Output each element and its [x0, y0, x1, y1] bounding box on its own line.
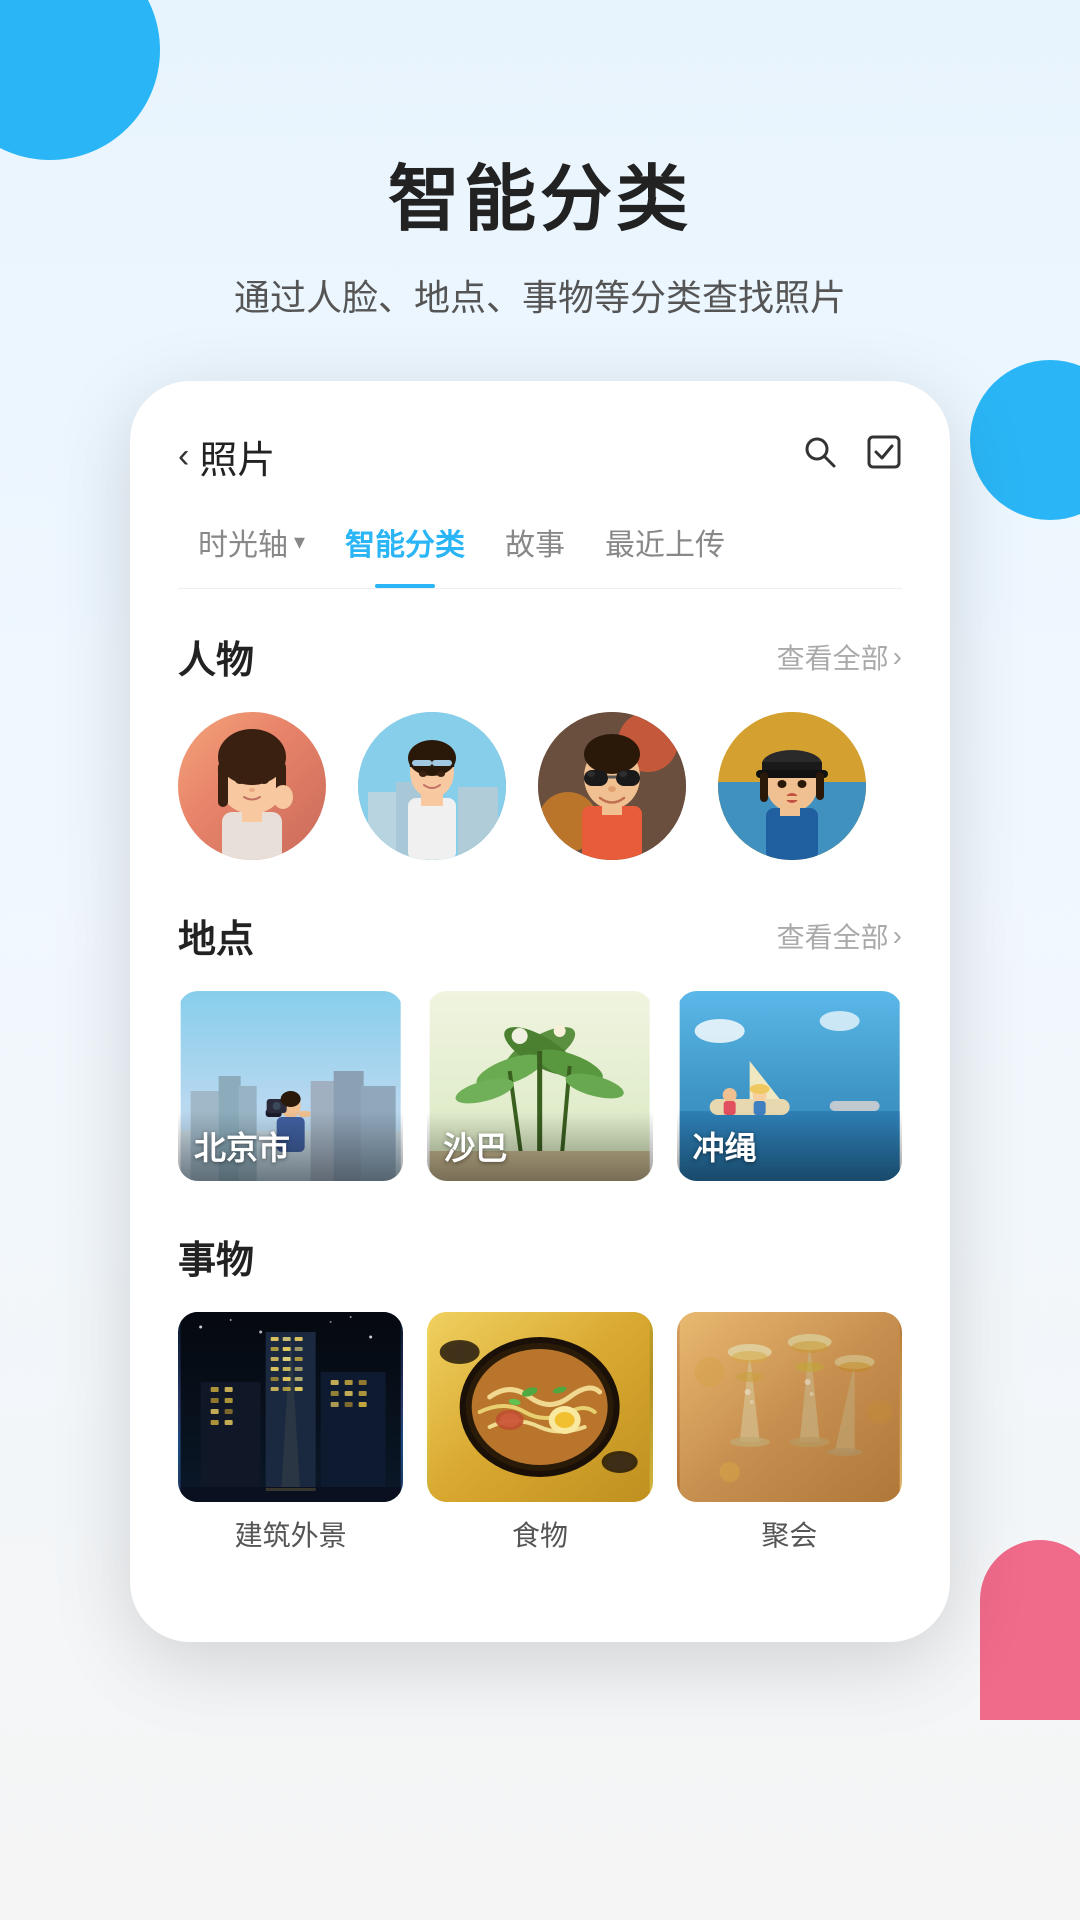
- places-section-title: 地点: [178, 908, 254, 963]
- header-section: 智能分类 通过人脸、地点、事物等分类查找照片: [0, 0, 1080, 381]
- tab-timeline-arrow: ▾: [294, 529, 305, 555]
- people-section-header: 人物 查看全部 ›: [178, 629, 902, 684]
- places-chevron-icon: ›: [893, 920, 902, 952]
- top-bar: ‹ 照片: [178, 429, 902, 484]
- shaba-label: 沙巴: [427, 1111, 652, 1181]
- things-section-title: 事物: [178, 1229, 254, 1284]
- location-beijing[interactable]: 北京市: [178, 991, 403, 1181]
- main-title: 智能分类: [0, 140, 1080, 245]
- okinawa-label: 冲绳: [677, 1111, 902, 1181]
- page-title: 照片: [199, 429, 275, 484]
- places-see-all[interactable]: 查看全部 ›: [777, 916, 902, 956]
- people-row: [178, 712, 902, 860]
- thing-food-card: [427, 1312, 652, 1502]
- tab-smart-label: 智能分类: [345, 529, 465, 562]
- things-grid: 建筑外景: [178, 1312, 902, 1554]
- app-content: ‹ 照片 时光轴: [130, 381, 950, 1642]
- back-arrow-icon[interactable]: ‹: [178, 437, 189, 476]
- people-see-all[interactable]: 查看全部 ›: [777, 637, 902, 677]
- tab-smart-classify[interactable]: 智能分类: [325, 520, 485, 588]
- sub-title: 通过人脸、地点、事物等分类查找照片: [0, 269, 1080, 321]
- location-okinawa[interactable]: 冲绳: [677, 991, 902, 1181]
- deco-circle-right: [970, 360, 1080, 520]
- thing-architecture-wrapper[interactable]: 建筑外景: [178, 1312, 403, 1554]
- back-nav[interactable]: ‹ 照片: [178, 429, 275, 484]
- tab-recent-label: 最近上传: [605, 529, 725, 562]
- tab-bar: 时光轴 ▾ 智能分类 故事 最近上传: [178, 520, 902, 589]
- thing-architecture-label: 建筑外景: [178, 1514, 403, 1554]
- places-section: 地点 查看全部 ›: [178, 908, 902, 1181]
- person-avatar-4[interactable]: [718, 712, 866, 860]
- tab-recent[interactable]: 最近上传: [585, 520, 745, 588]
- thing-party-wrapper[interactable]: 聚会: [677, 1312, 902, 1554]
- tab-story[interactable]: 故事: [485, 520, 585, 588]
- things-section-header: 事物: [178, 1229, 902, 1284]
- people-section-title: 人物: [178, 629, 254, 684]
- top-icons: [802, 434, 902, 479]
- location-shaba[interactable]: 沙巴: [427, 991, 652, 1181]
- thing-food-label: 食物: [427, 1514, 652, 1554]
- person-avatar-1[interactable]: [178, 712, 326, 860]
- location-grid: 北京市: [178, 991, 902, 1181]
- deco-pink-bottom-right: [980, 1540, 1080, 1720]
- things-section: 事物: [178, 1229, 902, 1554]
- thing-party-card: [677, 1312, 902, 1502]
- beijing-label: 北京市: [178, 1111, 403, 1181]
- tab-story-label: 故事: [505, 529, 565, 562]
- thing-food-wrapper[interactable]: 食物: [427, 1312, 652, 1554]
- person-avatar-3[interactable]: [538, 712, 686, 860]
- places-section-header: 地点 查看全部 ›: [178, 908, 902, 963]
- thing-architecture-card: [178, 1312, 403, 1502]
- people-section: 人物 查看全部 ›: [178, 629, 902, 860]
- select-icon[interactable]: [866, 434, 902, 479]
- tab-timeline-label: 时光轴: [198, 520, 288, 564]
- thing-party-label: 聚会: [677, 1514, 902, 1554]
- person-avatar-2[interactable]: [358, 712, 506, 860]
- people-chevron-icon: ›: [893, 641, 902, 673]
- phone-mockup: ‹ 照片 时光轴: [130, 381, 950, 1642]
- search-icon[interactable]: [802, 434, 838, 479]
- tab-timeline[interactable]: 时光轴 ▾: [178, 520, 325, 588]
